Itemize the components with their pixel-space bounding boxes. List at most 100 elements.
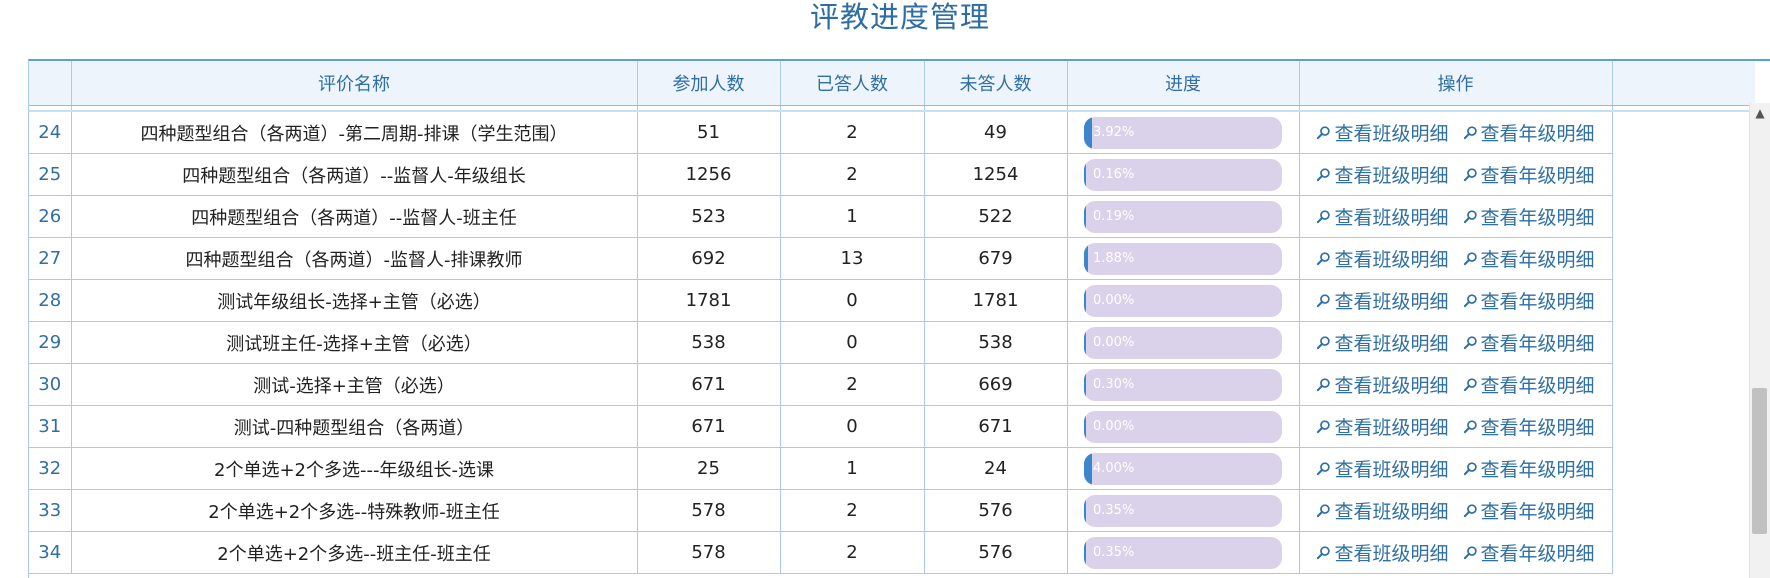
operations-cell: 查看班级明细 查看年级明细 xyxy=(1299,153,1613,196)
view-class-detail-link[interactable]: 查看班级明细 xyxy=(1316,245,1449,272)
row-extra-cell xyxy=(1612,364,1755,406)
answered-count: 2 xyxy=(780,153,925,196)
progress-fill xyxy=(1084,494,1086,527)
row-number: 26 xyxy=(29,195,72,238)
view-class-detail-link[interactable]: 查看班级明细 xyxy=(1316,371,1449,398)
unanswered-count: 1254 xyxy=(924,153,1068,196)
view-class-detail-label: 查看班级明细 xyxy=(1334,501,1449,523)
view-class-detail-label: 查看班级明细 xyxy=(1334,249,1449,271)
progress-fill xyxy=(1084,368,1086,401)
view-grade-detail-link[interactable]: 查看年级明细 xyxy=(1463,203,1595,230)
progress-fill xyxy=(1084,452,1092,485)
page-title: 评教进度管理 xyxy=(809,0,990,34)
view-grade-detail-label: 查看年级明细 xyxy=(1480,249,1595,271)
progress-cell: 0.00% xyxy=(1067,279,1300,322)
row-number: 28 xyxy=(29,279,72,322)
progress-cell: 4.00% xyxy=(1067,447,1300,490)
view-class-detail-label: 查看班级明细 xyxy=(1334,333,1449,355)
progress-bar: 0.00% xyxy=(1084,326,1282,359)
progress-fill xyxy=(1084,326,1086,359)
join-count: 1256 xyxy=(637,153,781,196)
magnifier-icon xyxy=(1463,336,1477,350)
evaluation-progress-table: 评价名称 参加人数 已答人数 未答人数 进度 操作 24 四种题型组合（各两道）… xyxy=(28,59,1770,578)
view-class-detail-label: 查看班级明细 xyxy=(1334,375,1449,397)
magnifier-icon xyxy=(1463,252,1477,266)
progress-text: 0.35% xyxy=(1093,502,1135,518)
join-count: 51 xyxy=(637,111,781,154)
progress-cell: 0.35% xyxy=(1067,489,1300,532)
progress-bar: 0.35% xyxy=(1084,536,1282,569)
unanswered-count: 1781 xyxy=(924,279,1068,322)
view-grade-detail-link[interactable]: 查看年级明细 xyxy=(1463,287,1595,314)
row-number: 29 xyxy=(29,321,72,364)
table-header-row: 评价名称 参加人数 已答人数 未答人数 进度 操作 xyxy=(29,61,1755,106)
page: 评教进度管理 评价名称 参加人数 已答人数 未答人数 进度 操作 24 四种题型… xyxy=(0,0,1770,578)
row-number: 32 xyxy=(29,447,72,490)
evaluation-name: 四种题型组合（各两道）-第二周期-排课（学生范围） xyxy=(71,111,638,154)
header-unanswered-count: 未答人数 xyxy=(924,61,1068,106)
progress-bar: 0.16% xyxy=(1084,158,1282,191)
table-row: 26 四种题型组合（各两道）--监督人-班主任 523 1 522 0.19% … xyxy=(29,195,1755,238)
row-number: 25 xyxy=(29,153,72,196)
magnifier-icon xyxy=(1463,168,1477,182)
evaluation-name: 测试班主任-选择+主管（必选） xyxy=(71,321,638,364)
magnifier-icon xyxy=(1317,210,1331,224)
progress-bar: 0.19% xyxy=(1084,200,1282,233)
view-class-detail-link[interactable]: 查看班级明细 xyxy=(1316,413,1449,440)
table-row: 31 测试-四种题型组合（各两道） 671 0 671 0.00% 查看班级明细 xyxy=(29,405,1755,448)
progress-text: 3.92% xyxy=(1093,124,1135,140)
view-grade-detail-link[interactable]: 查看年级明细 xyxy=(1463,497,1595,524)
view-grade-detail-link[interactable]: 查看年级明细 xyxy=(1463,413,1595,440)
view-class-detail-label: 查看班级明细 xyxy=(1334,417,1449,439)
progress-fill xyxy=(1084,410,1086,443)
view-grade-detail-link[interactable]: 查看年级明细 xyxy=(1463,371,1595,398)
join-count: 671 xyxy=(637,405,781,448)
evaluation-name: 测试年级组长-选择+主管（必选） xyxy=(71,279,638,322)
view-class-detail-link[interactable]: 查看班级明细 xyxy=(1316,455,1449,482)
view-class-detail-link[interactable]: 查看班级明细 xyxy=(1316,539,1449,566)
view-grade-detail-link[interactable]: 查看年级明细 xyxy=(1463,119,1595,146)
progress-text: 1.88% xyxy=(1093,250,1135,266)
progress-text: 0.35% xyxy=(1093,544,1135,560)
row-extra-cell xyxy=(1612,238,1755,280)
view-class-detail-link[interactable]: 查看班级明细 xyxy=(1316,329,1449,356)
progress-cell: 0.35% xyxy=(1067,531,1300,574)
view-class-detail-link[interactable]: 查看班级明细 xyxy=(1316,119,1449,146)
view-grade-detail-label: 查看年级明细 xyxy=(1480,375,1595,397)
join-count: 25 xyxy=(637,447,781,490)
view-class-detail-label: 查看班级明细 xyxy=(1334,459,1449,481)
scroll-thumb[interactable] xyxy=(1752,388,1767,534)
view-class-detail-link[interactable]: 查看班级明细 xyxy=(1316,287,1449,314)
join-count: 538 xyxy=(637,321,781,364)
progress-bar: 3.92% xyxy=(1084,116,1282,149)
scroll-up-arrow-icon[interactable]: ▲ xyxy=(1754,107,1766,119)
unanswered-count: 49 xyxy=(924,111,1068,154)
magnifier-icon xyxy=(1317,252,1331,266)
header-name: 评价名称 xyxy=(71,61,638,106)
evaluation-name: 测试-选择+主管（必选） xyxy=(71,363,638,406)
view-grade-detail-link[interactable]: 查看年级明细 xyxy=(1463,455,1595,482)
view-class-detail-link[interactable]: 查看班级明细 xyxy=(1316,497,1449,524)
progress-text: 0.00% xyxy=(1093,334,1135,350)
join-count: 578 xyxy=(637,531,781,574)
magnifier-icon xyxy=(1463,126,1477,140)
table-row: 28 测试年级组长-选择+主管（必选） 1781 0 1781 0.00% 查看… xyxy=(29,279,1755,322)
operations-cell: 查看班级明细 查看年级明细 xyxy=(1299,237,1613,280)
view-grade-detail-link[interactable]: 查看年级明细 xyxy=(1463,161,1595,188)
unanswered-count: 522 xyxy=(924,195,1068,238)
view-grade-detail-link[interactable]: 查看年级明细 xyxy=(1463,245,1595,272)
view-grade-detail-link[interactable]: 查看年级明细 xyxy=(1463,329,1595,356)
operations-cell: 查看班级明细 查看年级明细 xyxy=(1299,531,1613,574)
join-count: 578 xyxy=(637,489,781,532)
table-row: 27 四种题型组合（各两道）-监督人-排课教师 692 13 679 1.88%… xyxy=(29,237,1755,280)
view-class-detail-link[interactable]: 查看班级明细 xyxy=(1316,203,1449,230)
operations-cell: 查看班级明细 查看年级明细 xyxy=(1299,279,1613,322)
magnifier-icon xyxy=(1317,294,1331,308)
row-number: 30 xyxy=(29,363,72,406)
view-class-detail-link[interactable]: 查看班级明细 xyxy=(1316,161,1449,188)
row-number: 33 xyxy=(29,489,72,532)
magnifier-icon xyxy=(1317,546,1331,560)
view-grade-detail-link[interactable]: 查看年级明细 xyxy=(1463,539,1595,566)
progress-cell: 0.00% xyxy=(1067,321,1300,364)
vertical-scrollbar[interactable]: ▲ xyxy=(1749,103,1770,578)
